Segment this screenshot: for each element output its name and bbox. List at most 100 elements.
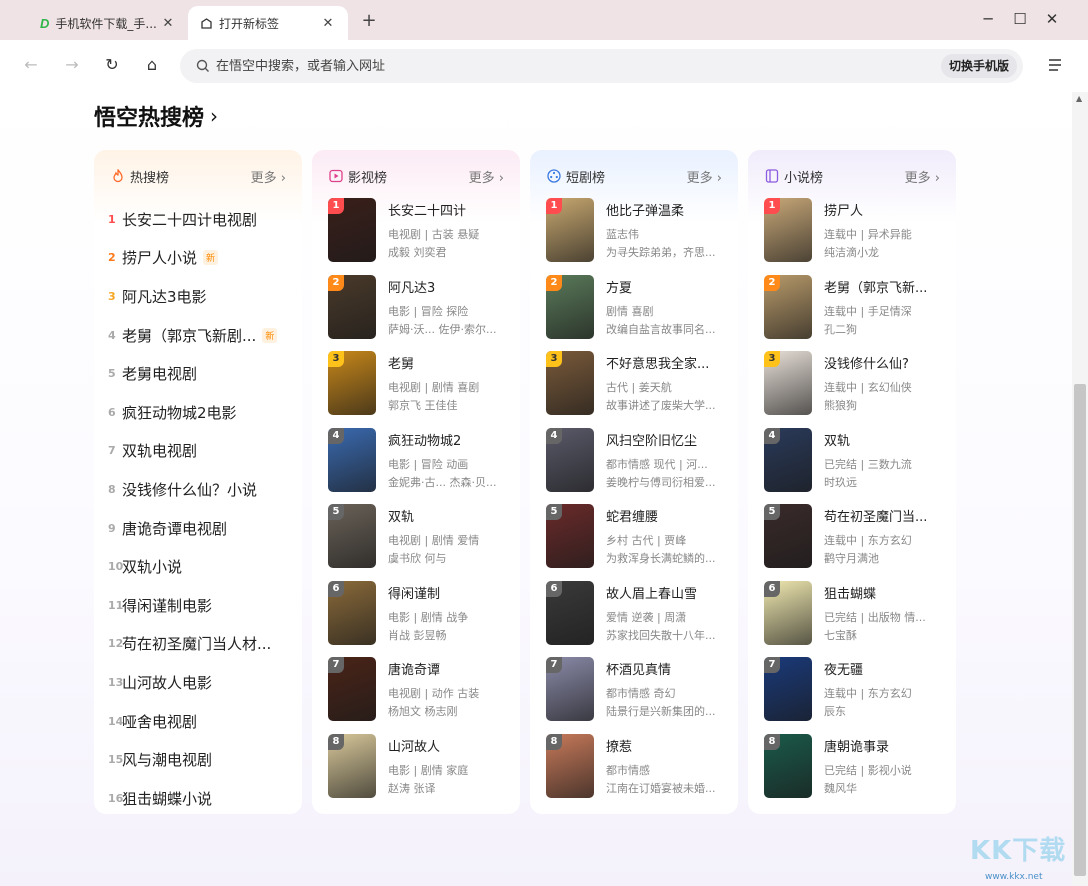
poster-image[interactable]: 2: [546, 274, 594, 339]
poster-image[interactable]: 1: [764, 198, 812, 262]
forward-button[interactable]: →: [61, 55, 83, 77]
poster-image[interactable]: 2: [328, 274, 376, 339]
hot-list-item[interactable]: 15 风与潮电视剧: [108, 740, 292, 779]
item-tags: 电视剧 | 古装 悬疑: [388, 228, 480, 241]
poster-image[interactable]: 5: [546, 504, 594, 568]
list-item[interactable]: 5 蛇君缠腰 乡村 古代 | 贾峰 为救浑身长满蛇鳞的...: [546, 504, 726, 581]
hot-list-item[interactable]: 16 狙击蝴蝶小说: [108, 779, 292, 814]
poster-image[interactable]: 3: [546, 351, 594, 415]
poster-image[interactable]: 8: [546, 733, 594, 798]
reload-button[interactable]: ↻: [101, 55, 123, 77]
poster-image[interactable]: 3: [764, 351, 812, 415]
list-item[interactable]: 2 阿凡达3 电影 | 冒险 探险 萨姆·沃... 佐伊·索尔...: [328, 274, 508, 352]
poster-image[interactable]: 6: [546, 580, 594, 645]
hot-list-item[interactable]: 12 苟在初圣魔门当人材...: [108, 625, 292, 664]
novel-ranking-card: 小说榜 更多 › 1 捞尸人 连载中 | 异术异能 纯洁滴小龙 2 老舅（郭京飞新... 连…: [748, 150, 956, 814]
poster-image[interactable]: 4: [328, 427, 376, 492]
more-link[interactable]: 更多 ›: [905, 167, 940, 186]
hot-list-item[interactable]: 4 老舅（郭京飞新剧... 新: [108, 316, 292, 355]
list-item[interactable]: 1 捞尸人 连载中 | 异术异能 纯洁滴小龙: [764, 198, 944, 275]
rank-badge: 5: [764, 504, 780, 520]
hot-item-text: 阿凡达3电影: [122, 287, 207, 306]
hot-list-item[interactable]: 3 阿凡达3电影: [108, 277, 292, 316]
list-item[interactable]: 8 撩惹 都市情感 江南在订婚宴被未婚...: [546, 733, 726, 811]
minimize-button[interactable]: ─: [976, 10, 1000, 28]
list-item[interactable]: 7 夜无疆 连载中 | 东方玄幻 辰东: [764, 657, 944, 734]
hot-list-item[interactable]: 9 唐诡奇谭电视剧: [108, 509, 292, 548]
back-button[interactable]: ←: [20, 55, 42, 77]
hot-list-item[interactable]: 11 得闲谨制电影: [108, 586, 292, 625]
poster-image[interactable]: 2: [764, 274, 812, 339]
list-item[interactable]: 2 老舅（郭京飞新... 连载中 | 手足情深 孔二狗: [764, 274, 944, 352]
list-item[interactable]: 3 没钱修什么仙? 连载中 | 玄幻仙侠 熊狼狗: [764, 351, 944, 428]
item-title: 没钱修什么仙?: [824, 357, 909, 372]
list-item[interactable]: 3 不好意思我全家... 古代 | 姜天航 故事讲述了废柴大学...: [546, 351, 726, 428]
poster-image[interactable]: 7: [546, 657, 594, 721]
item-desc: 纯洁滴小龙: [824, 246, 879, 259]
list-item[interactable]: 1 长安二十四计 电视剧 | 古装 悬疑 成毅 刘奕君: [328, 198, 508, 275]
window-close-button[interactable]: ✕: [1040, 10, 1064, 28]
hot-list-item[interactable]: 13 山河故人电影: [108, 663, 292, 702]
poster-image[interactable]: 4: [764, 427, 812, 492]
hot-list-item[interactable]: 14 哑舍电视剧: [108, 702, 292, 741]
poster-image[interactable]: 4: [546, 427, 594, 492]
poster-image[interactable]: 8: [764, 733, 812, 798]
book-icon: [765, 169, 779, 183]
tab-close-icon[interactable]: ✕: [160, 16, 176, 31]
tab-kkx[interactable]: D 手机软件下载_手... ✕: [28, 6, 188, 40]
poster-image[interactable]: 5: [764, 504, 812, 568]
poster-image[interactable]: 6: [328, 580, 376, 645]
home-button[interactable]: ⌂: [141, 55, 163, 77]
more-link[interactable]: 更多 ›: [687, 167, 722, 186]
switch-mobile-button[interactable]: 切换手机版: [940, 54, 1017, 78]
tv-list: 1 长安二十四计 电视剧 | 古装 悬疑 成毅 刘奕君 2 阿凡达3 电影 | 冒险 探险萨…: [328, 198, 508, 810]
tab-new-tab[interactable]: 打开新标签 ✕: [188, 6, 348, 40]
poster-image[interactable]: 1: [546, 198, 594, 262]
more-link[interactable]: 更多 ›: [469, 167, 504, 186]
section-title[interactable]: 悟空热搜榜 ›: [94, 100, 218, 132]
list-item[interactable]: 7 杯酒见真情 都市情感 奇幻 陆景行是兴新集团的...: [546, 657, 726, 734]
poster-image[interactable]: 8: [328, 733, 376, 798]
address-bar[interactable]: 切换手机版: [180, 49, 1023, 83]
hot-list-item[interactable]: 2 捞尸人小说新: [108, 239, 292, 278]
list-item[interactable]: 8 山河故人 电影 | 剧情 家庭 赵涛 张译: [328, 733, 508, 811]
list-item[interactable]: 5 双轨 电视剧 | 剧情 爱情 虞书欣 何与: [328, 504, 508, 581]
list-item[interactable]: 4 双轨 已完结 | 三数九流 时玖远: [764, 427, 944, 505]
list-item[interactable]: 3 老舅 电视剧 | 剧情 喜剧 郭京飞 王佳佳: [328, 351, 508, 428]
hot-list-item[interactable]: 1 长安二十四计电视剧: [108, 200, 292, 239]
list-item[interactable]: 8 唐朝诡事录 已完结 | 影视小说 魏风华: [764, 733, 944, 811]
list-item[interactable]: 4 风扫空阶旧忆尘 都市情感 现代 | 河... 姜晚柠与傅司衍相爱...: [546, 427, 726, 505]
poster-image[interactable]: 1: [328, 198, 376, 262]
poster-image[interactable]: 6: [764, 580, 812, 645]
list-item[interactable]: 6 故人眉上春山雪 爱情 逆袭 | 周潇 苏家找回失散十八年...: [546, 580, 726, 658]
list-item[interactable]: 2 方夏 剧情 喜剧 改编自盐言故事同名...: [546, 274, 726, 352]
hot-list-item[interactable]: 7 双轨电视剧: [108, 432, 292, 471]
maximize-button[interactable]: ☐: [1008, 10, 1032, 28]
vertical-scrollbar[interactable]: ▲: [1072, 92, 1088, 886]
list-item[interactable]: 6 得闲谨制 电影 | 剧情 战争 肖战 彭昱畅: [328, 580, 508, 658]
menu-icon[interactable]: [1046, 56, 1064, 74]
hot-list-item[interactable]: 5 老舅电视剧: [108, 354, 292, 393]
poster-image[interactable]: 7: [764, 657, 812, 721]
hot-list-item[interactable]: 10 双轨小说: [108, 547, 292, 586]
kkx-favicon-icon: D: [40, 15, 50, 31]
hot-item-text: 山河故人电影: [122, 673, 213, 692]
more-link[interactable]: 更多 ›: [251, 167, 286, 186]
list-item[interactable]: 6 狙击蝴蝶 已完结 | 出版物 情... 七宝酥: [764, 580, 944, 658]
poster-image[interactable]: 5: [328, 504, 376, 568]
hot-list-item[interactable]: 8 没钱修什么仙？小说: [108, 470, 292, 509]
rank-badge: 3: [546, 351, 562, 367]
scroll-thumb[interactable]: [1074, 384, 1086, 876]
list-item[interactable]: 4 疯狂动物城2 电影 | 冒险 动画 金妮弗·古... 杰森·贝...: [328, 427, 508, 505]
tab-close-icon[interactable]: ✕: [320, 16, 336, 31]
poster-image[interactable]: 7: [328, 657, 376, 721]
list-item[interactable]: 7 唐诡奇谭 电视剧 | 动作 古装 杨旭文 杨志刚: [328, 657, 508, 734]
scroll-up-arrow-icon[interactable]: ▲: [1076, 94, 1082, 103]
hot-list-item[interactable]: 6 疯狂动物城2电影: [108, 393, 292, 432]
list-item[interactable]: 1 他比子弹温柔 蓝志伟 为寻失踪弟弟，齐思...: [546, 198, 726, 275]
list-item[interactable]: 5 苟在初圣魔门当... 连载中 | 东方玄幻 鹳守月满池: [764, 504, 944, 581]
address-input[interactable]: [216, 58, 916, 74]
poster-image[interactable]: 3: [328, 351, 376, 415]
new-tab-button[interactable]: +: [358, 10, 380, 31]
rank-badge: 5: [328, 504, 344, 520]
